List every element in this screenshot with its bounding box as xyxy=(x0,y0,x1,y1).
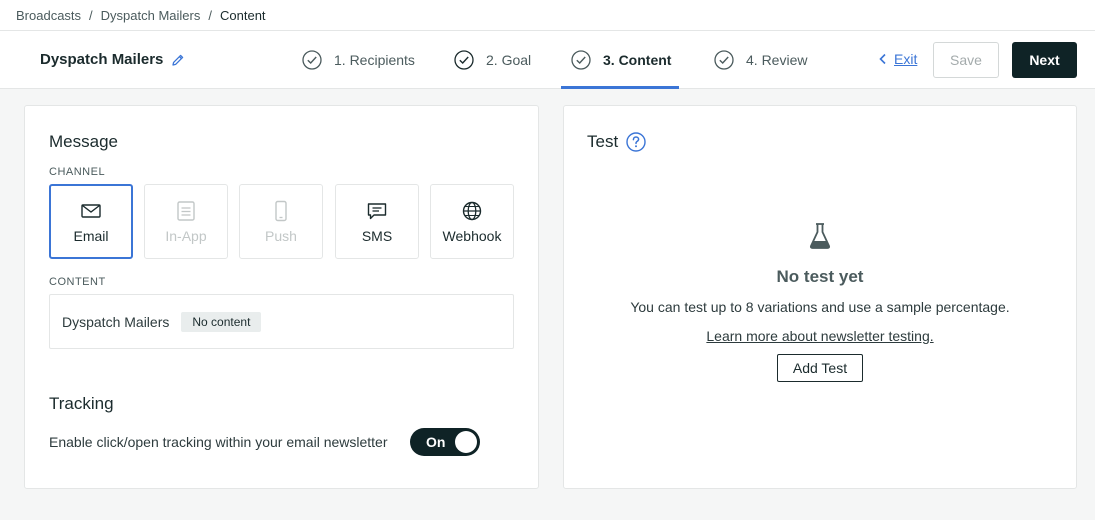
channel-in-app: In-App xyxy=(144,184,228,259)
globe-icon xyxy=(462,201,482,220)
channel-label-push: Push xyxy=(265,227,297,244)
breadcrumb-dyspatch-mailers[interactable]: Dyspatch Mailers xyxy=(101,8,201,23)
wizard-header: Dyspatch Mailers 1. Recipients 2. Goal 3… xyxy=(0,31,1095,89)
campaign-name-text: Dyspatch Mailers xyxy=(40,51,164,68)
step-recipients[interactable]: 1. Recipients xyxy=(302,31,415,89)
tracking-description: Enable click/open tracking within your e… xyxy=(49,434,388,450)
check-circle-icon xyxy=(571,50,591,70)
envelope-icon xyxy=(81,203,101,218)
flask-icon xyxy=(809,223,831,249)
channel-label-email: Email xyxy=(73,227,109,244)
empty-state-description: You can test up to 8 variations and use … xyxy=(630,299,1010,315)
message-panel: Message CHANNEL Email In-App Push SMS We… xyxy=(24,105,539,489)
test-title-text: Test xyxy=(587,132,619,151)
pencil-icon[interactable] xyxy=(171,53,185,67)
content-label: CONTENT xyxy=(49,276,106,288)
check-circle-icon xyxy=(454,50,474,70)
check-circle-icon xyxy=(302,50,322,70)
save-button[interactable]: Save xyxy=(933,42,999,78)
channel-email[interactable]: Email xyxy=(49,184,133,259)
step-label: 4. Review xyxy=(746,52,808,68)
message-title: Message xyxy=(49,132,118,151)
phone-icon xyxy=(275,200,287,221)
add-test-button[interactable]: Add Test xyxy=(777,354,863,382)
check-circle-icon xyxy=(714,50,734,70)
channel-label-webhook: Webhook xyxy=(442,227,502,244)
campaign-name: Dyspatch Mailers xyxy=(40,51,185,68)
chat-icon xyxy=(367,202,387,219)
empty-state-title: No test yet xyxy=(776,267,864,286)
breadcrumb: Broadcasts / Dyspatch Mailers / Content xyxy=(0,0,1095,31)
channel-webhook[interactable]: Webhook xyxy=(430,184,514,259)
step-review[interactable]: 4. Review xyxy=(714,31,807,89)
content-item[interactable]: Dyspatch Mailers No content xyxy=(49,294,514,349)
tracking-title: Tracking xyxy=(49,394,114,413)
learn-more-link[interactable]: Learn more about newsletter testing. xyxy=(564,328,1076,344)
breadcrumb-separator: / xyxy=(89,7,93,23)
step-goal[interactable]: 2. Goal xyxy=(454,31,531,89)
exit-label: Exit xyxy=(894,51,918,67)
next-button[interactable]: Next xyxy=(1012,42,1077,78)
channel-label-sms: SMS xyxy=(361,227,393,244)
toggle-knob xyxy=(455,431,477,453)
toggle-label: On xyxy=(426,434,446,450)
tracking-toggle[interactable]: On xyxy=(410,428,480,456)
breadcrumb-broadcasts[interactable]: Broadcasts xyxy=(16,8,81,23)
test-title: Test xyxy=(587,132,646,152)
step-label: 2. Goal xyxy=(486,52,532,68)
channel-push: Push xyxy=(239,184,323,259)
step-content[interactable]: 3. Content xyxy=(560,31,680,89)
breadcrumb-content: Content xyxy=(220,7,266,23)
channel-label-in-app: In-App xyxy=(165,227,207,244)
chevron-left-icon xyxy=(879,53,886,65)
help-icon[interactable] xyxy=(626,132,646,152)
in-app-icon xyxy=(177,200,195,221)
breadcrumb-separator: / xyxy=(208,7,212,23)
test-panel: Test No test yet You can test up to 8 va… xyxy=(563,105,1077,489)
channel-sms[interactable]: SMS xyxy=(335,184,419,259)
content-name: Dyspatch Mailers xyxy=(62,313,170,330)
channel-label: CHANNEL xyxy=(49,166,106,178)
step-label: 3. Content xyxy=(603,52,672,68)
step-label: 1. Recipients xyxy=(334,52,415,68)
exit-link[interactable]: Exit xyxy=(878,51,917,67)
status-badge: No content xyxy=(181,311,262,332)
